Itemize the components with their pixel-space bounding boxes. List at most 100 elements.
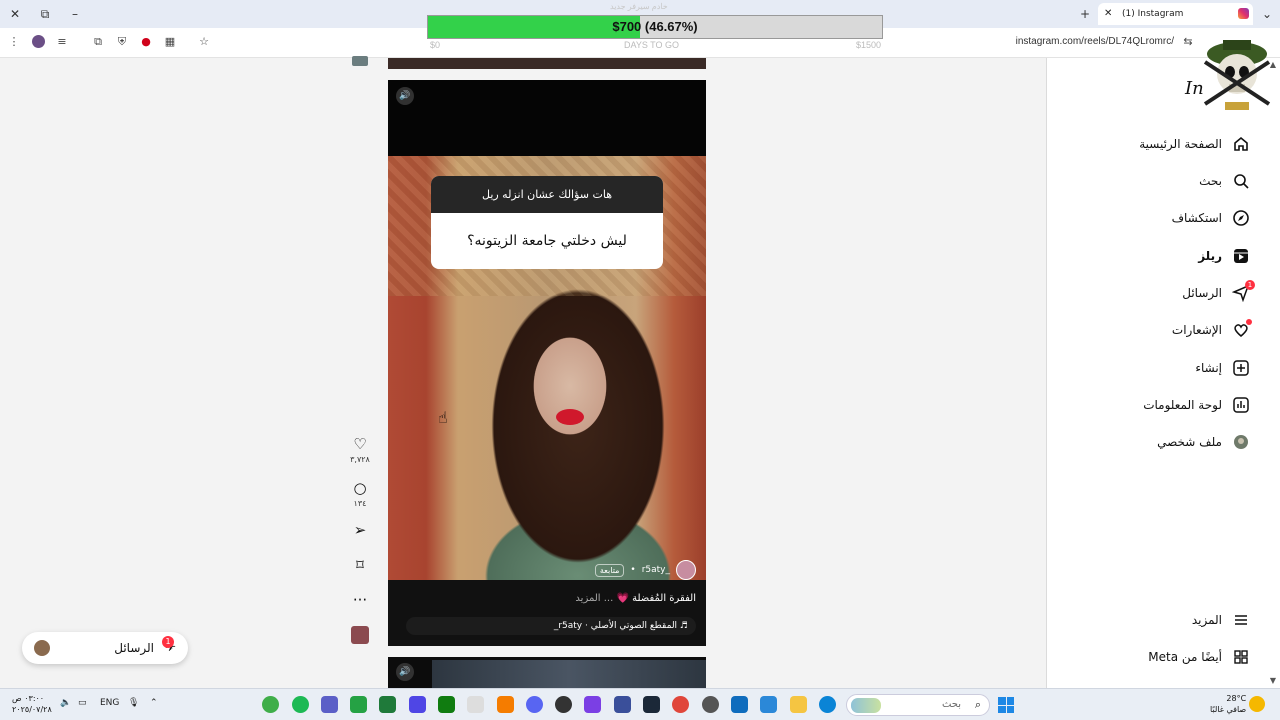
reel-caption: الفقرة المُفضلة 💗 ... المزيد xyxy=(575,593,696,604)
previous-reel[interactable] xyxy=(388,58,706,69)
window-restore-icon[interactable]: ⧉ xyxy=(36,5,54,23)
taskbar-time: ٠٣:٠٠ ص xyxy=(12,694,45,703)
new-tab-button[interactable]: + xyxy=(1076,5,1094,23)
search-icon xyxy=(1232,172,1250,190)
taskbar-app-icon[interactable] xyxy=(262,696,279,713)
reel-player[interactable]: 🔊 هات سؤالك عشان انزله ريل ليش دخلتي جام… xyxy=(388,80,706,646)
heart-icon xyxy=(1232,319,1252,339)
tab-list-chevron-icon[interactable]: ⌄ xyxy=(1258,5,1276,23)
nav-create[interactable]: إنشاء xyxy=(1195,356,1250,380)
visual-studio-icon[interactable] xyxy=(614,696,631,713)
messages-pill[interactable]: الرسائل ✈ 1 xyxy=(22,632,188,664)
more-icon[interactable]: ··· xyxy=(343,591,377,609)
share-action[interactable]: ➢ xyxy=(343,521,377,539)
url-field[interactable]: instagram.com/reels/DL74QLromrc/ xyxy=(1016,36,1174,47)
input-language[interactable]: ENG xyxy=(100,698,119,708)
question-sticker: هات سؤالك عشان انزله ريل ليش دخلتي جامعة… xyxy=(431,176,663,269)
meta-apps-icon xyxy=(1232,648,1250,666)
nav-also-from-meta[interactable]: أيضًا من Meta xyxy=(1148,645,1250,669)
caption-more-link[interactable]: ... المزيد xyxy=(575,593,613,604)
nav-reels[interactable]: ريلز xyxy=(1198,244,1250,268)
extensions-icon[interactable]: ⧉ xyxy=(90,34,106,50)
send-icon[interactable]: ➢ xyxy=(343,521,377,539)
site-settings-icon[interactable]: ⇆ xyxy=(1180,34,1196,50)
heart-icon[interactable]: ♡ xyxy=(343,435,377,453)
g-app-icon[interactable] xyxy=(467,696,484,713)
comment-icon[interactable]: ○ xyxy=(343,479,377,497)
dashboard-icon xyxy=(1232,396,1250,414)
reel-audio-thumb[interactable] xyxy=(351,626,369,644)
donation-amount-text: $700 (46.67%) xyxy=(612,19,698,34)
qr-code-icon[interactable]: ▦ xyxy=(162,34,178,50)
weather-widget[interactable]: 28°C صافي غالبًا xyxy=(1210,693,1246,715)
nav-notifications[interactable]: الإشعارات xyxy=(1172,318,1252,342)
bookmark-star-icon[interactable]: ☆ xyxy=(196,34,212,50)
window-close-icon[interactable]: ✕ xyxy=(6,5,24,23)
scroll-up-icon[interactable]: ▲ xyxy=(1270,60,1276,69)
donation-goal-label: $1500 xyxy=(856,40,882,50)
browser-tab[interactable]: ✕ (1) Instagram xyxy=(1098,3,1253,25)
nav-search[interactable]: بحث xyxy=(1199,169,1250,193)
start-button-icon[interactable] xyxy=(998,697,1014,713)
obs-icon[interactable] xyxy=(555,696,572,713)
taskbar-search[interactable]: بحث ⌕ xyxy=(846,694,990,716)
outlook-icon[interactable] xyxy=(731,696,748,713)
nav-more[interactable]: المزيد xyxy=(1192,608,1250,632)
author-separator: • xyxy=(630,565,636,575)
media-player-icon[interactable] xyxy=(409,696,426,713)
spotify-icon[interactable] xyxy=(292,696,309,713)
volume-icon[interactable]: 🔈 xyxy=(60,698,71,708)
next-reel-video xyxy=(432,660,706,688)
next-reel[interactable]: 🔊 xyxy=(388,657,706,688)
window-minimize-icon[interactable]: – xyxy=(66,5,84,23)
reel-audio-link[interactable]: ♬ المقطع الصوتي الأصلي · r5aty_ xyxy=(406,617,696,635)
nav-messages[interactable]: 1 الرسائل xyxy=(1182,280,1255,305)
reels-icon xyxy=(1232,247,1250,265)
nav-explore[interactable]: استكشاف xyxy=(1172,206,1250,230)
taskbar-clock[interactable]: ٠٣:٠٠ ص ٢٠٢٥/٠٧/٢٨ xyxy=(12,693,52,715)
next-reel-mute-icon[interactable]: 🔊 xyxy=(396,663,414,681)
edge-icon[interactable] xyxy=(819,696,836,713)
tray-overflow-chevron-icon[interactable]: ⌃ xyxy=(150,698,158,708)
like-action[interactable]: ♡ ٣,٧٢٨ xyxy=(343,435,377,464)
settings-gear-icon[interactable] xyxy=(702,696,719,713)
discord-icon[interactable] xyxy=(526,696,543,713)
more-options[interactable]: ··· xyxy=(343,591,377,609)
like-count: ٣,٧٢٨ xyxy=(350,455,370,464)
notifications-dot xyxy=(1246,319,1252,325)
taskbar-date: ٢٠٢٥/٠٧/٢٨ xyxy=(12,705,52,714)
clipchamp-icon[interactable] xyxy=(584,696,601,713)
network-icon[interactable]: ▭ xyxy=(78,698,87,708)
bookmark-icon[interactable]: ⌑ xyxy=(343,556,377,574)
microphone-icon[interactable]: 🎙 xyxy=(128,698,139,708)
affinity-icon[interactable] xyxy=(497,696,514,713)
follow-button[interactable]: متابعة xyxy=(594,563,625,577)
opera-extension-icon[interactable]: ● xyxy=(138,34,154,50)
browser-icon[interactable] xyxy=(672,696,689,713)
profile-avatar-icon[interactable] xyxy=(30,34,46,50)
teams-icon[interactable] xyxy=(321,696,338,713)
file-explorer-icon[interactable] xyxy=(790,696,807,713)
mute-icon[interactable]: 🔊 xyxy=(396,87,414,105)
excel-icon[interactable] xyxy=(379,696,396,713)
nav-profile[interactable]: ملف شخصي xyxy=(1157,430,1250,454)
whatsapp-icon[interactable] xyxy=(350,696,367,713)
comment-action[interactable]: ○ ١٣٤ xyxy=(343,479,377,508)
windows-taskbar: ٠٣:٠٠ ص ٢٠٢٥/٠٧/٢٨ 🔈 ▭ ENG 🎙 ⌃ بحث ⌕ 28°… xyxy=(0,688,1280,720)
home-icon xyxy=(1232,135,1250,153)
nav-home[interactable]: الصفحة الرئيسية xyxy=(1139,132,1250,156)
microsoft-store-icon[interactable] xyxy=(760,696,777,713)
nav-dashboard[interactable]: لوحة المعلومات xyxy=(1143,393,1250,417)
previous-reel-audio-thumb[interactable] xyxy=(352,56,368,66)
skull-logo-icon xyxy=(1203,40,1271,110)
browser-menu-icon[interactable]: ⋮ xyxy=(6,34,22,50)
shield-icon[interactable]: ⛨ xyxy=(114,34,130,50)
author-avatar[interactable] xyxy=(676,560,696,580)
steam-icon[interactable] xyxy=(643,696,660,713)
scroll-down-icon[interactable]: ▼ xyxy=(1270,676,1276,685)
xbox-icon[interactable] xyxy=(438,696,455,713)
media-controls-icon[interactable]: ≡ xyxy=(54,34,70,50)
save-action[interactable]: ⌑ xyxy=(343,556,377,574)
author-username[interactable]: r5aty_ xyxy=(642,565,670,575)
tab-close-icon[interactable]: ✕ xyxy=(1104,3,1112,25)
